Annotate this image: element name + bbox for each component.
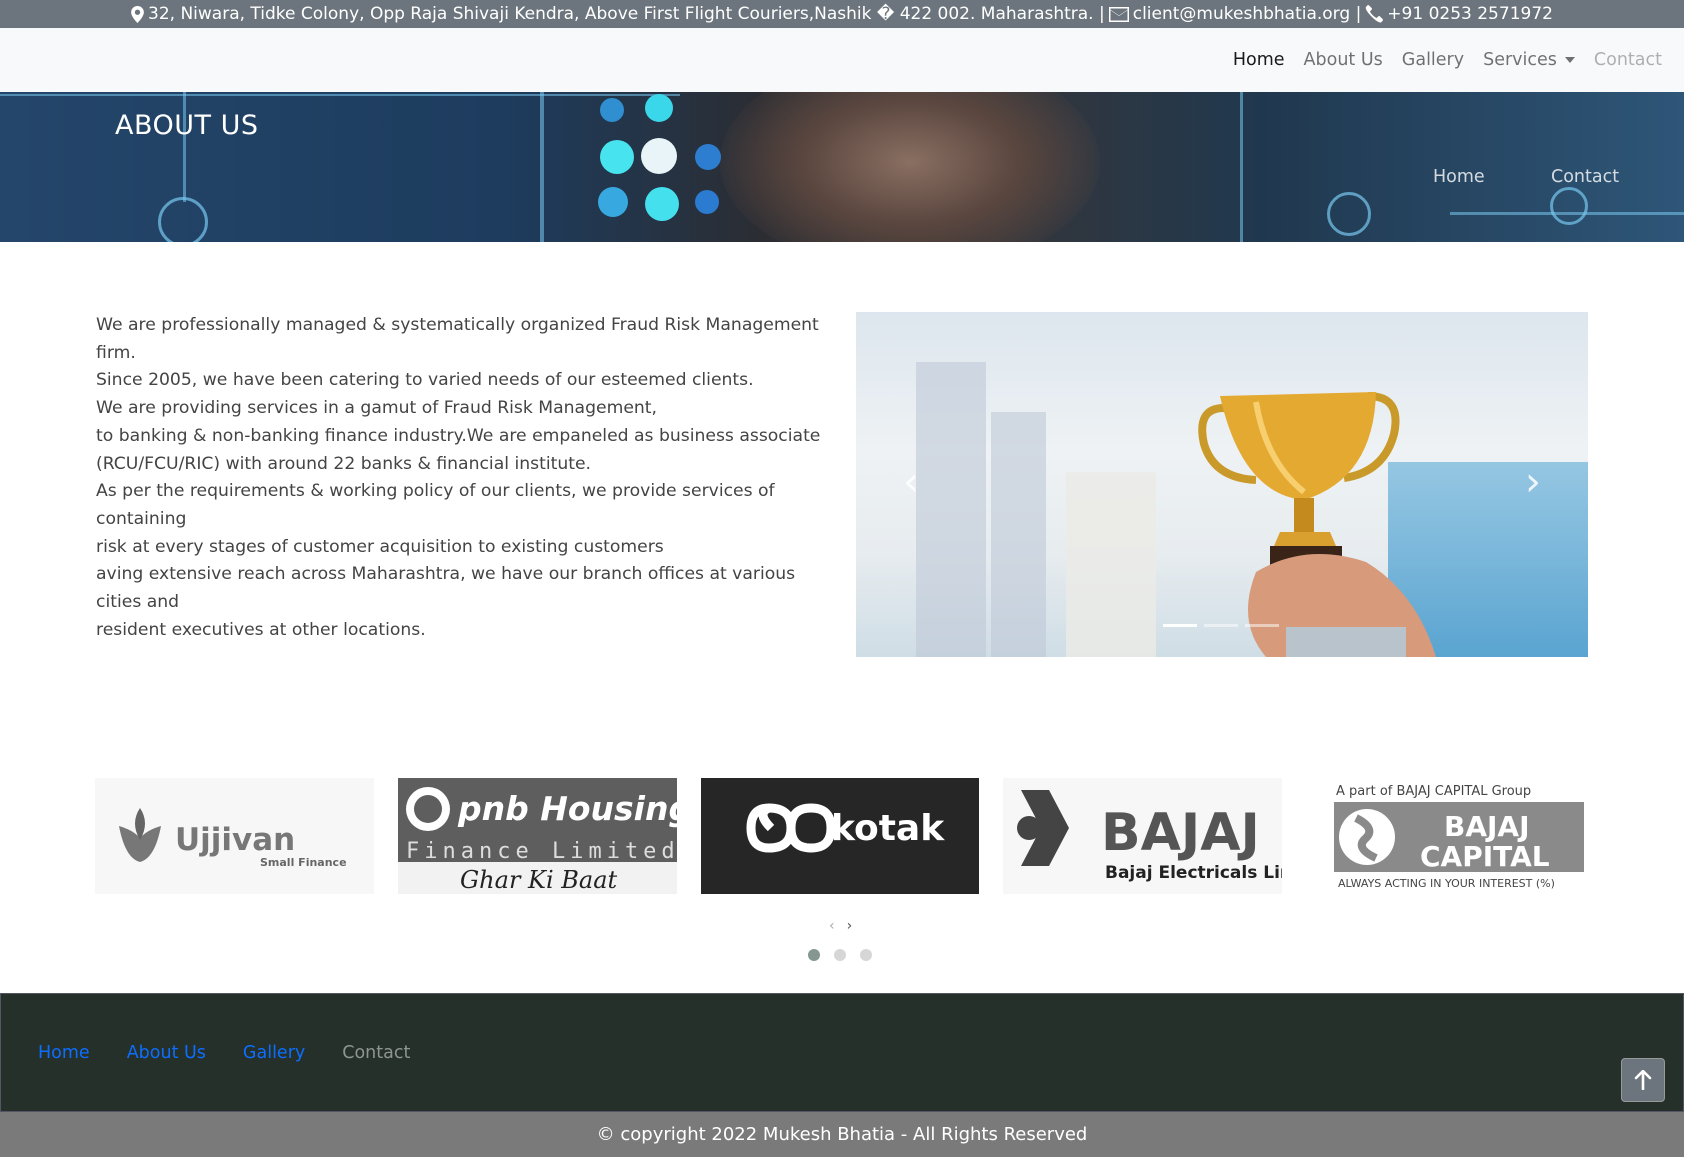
carousel-image-building [1066,472,1156,657]
breadcrumb-contact[interactable]: Contact [1551,167,1619,187]
banner-decor-ring [1327,192,1371,236]
page-title: ABOUT US [115,110,259,141]
phone-text: +91 0253 2571972 [1387,4,1553,24]
nav-home[interactable]: Home [1233,50,1285,70]
about-line: resident executives at other locations. [96,619,426,640]
map-marker-icon [131,5,144,23]
nav-gallery[interactable]: Gallery [1402,50,1464,70]
about-line: As per the requirements & working policy… [96,481,775,529]
main-navbar: Home About Us Gallery Services Contact [0,28,1684,92]
nav-services-dropdown[interactable]: Services [1483,50,1575,70]
email-link[interactable]: client@mukeshbhatia.org | [1133,4,1362,24]
pnb-housing-logo[interactable]: pnb Housing Finance Limited Ghar Ki Baat [397,778,677,894]
bajaj-electricals-logo[interactable]: BAJAJ Bajaj Electricals Limited [1003,778,1283,894]
banner-decor-dot [600,98,624,122]
envelope-icon [1108,6,1129,22]
bajajcap-top: A part of BAJAJ CAPITAL Group [1336,784,1531,799]
ujjivan-logo[interactable]: Ujjivan Small Finance [95,778,374,894]
banner-decor-line [1240,92,1243,242]
image-carousel: ‹ › [856,312,1588,657]
banner-decor-ring [158,197,208,242]
copyright-bar: © copyright 2022 Mukesh Bhatia - All Rig… [0,1112,1684,1157]
copyright-text: © copyright 2022 Mukesh Bhatia - All Rig… [596,1124,1088,1145]
about-line: aving extensive reach across Maharashtra… [96,564,796,613]
banner-decor-dot [645,94,673,122]
footer: Home About Us Gallery Contact [0,993,1684,1112]
breadcrumb-home[interactable]: Home [1433,167,1485,187]
banner-decor-dot [641,138,677,174]
logo-slider-dots [808,949,872,961]
ujjivan-name: Ujjivan [175,822,295,858]
about-text: We are professionally managed & systemat… [96,312,836,644]
footer-link-contact[interactable]: Contact [342,1043,410,1063]
footer-link-gallery[interactable]: Gallery [243,1043,305,1063]
banner-decor-line [540,92,544,242]
carousel-prev-button[interactable]: ‹ [896,459,926,505]
bajaj-sub: Bajaj Electricals Limited [1105,863,1282,883]
pnb-sub: Finance Limited [406,839,677,864]
about-line: to banking & non-banking finance industr… [96,425,821,446]
scroll-to-top-button[interactable] [1621,1058,1665,1102]
slider-dot[interactable] [860,949,872,961]
slider-dot[interactable] [808,949,820,961]
partner-logo-strip: Ujjivan Small Finance pnb Housing Financ… [95,778,1585,894]
footer-link-about-us[interactable]: About Us [127,1043,206,1063]
carousel-indicator[interactable] [1245,624,1279,627]
nav-services-label: Services [1483,50,1557,70]
kotak-name: kotak [831,808,945,849]
carousel-indicator[interactable] [1204,624,1238,627]
carousel-image-building [991,412,1046,657]
banner-background-image [720,92,1100,242]
address-text: 32, Niwara, Tidke Colony, Opp Raja Shiva… [148,4,1105,24]
slider-dot[interactable] [834,949,846,961]
pnb-name: pnb Housing [457,789,677,828]
logo-next-button[interactable]: › [847,918,853,934]
carousel-indicator[interactable] [1163,624,1197,627]
logo-prev-button[interactable]: ‹ [829,918,835,934]
banner-decor-dot [600,140,634,174]
ujjivan-sub: Small Finance [260,856,347,869]
bajajcap-name1: BAJAJ [1444,810,1530,843]
carousel-next-button[interactable]: › [1518,459,1548,505]
about-line: risk at every stages of customer acquisi… [96,536,664,557]
bajajcap-name2: CAPITAL [1420,840,1550,873]
about-line: We are professionally managed & systemat… [96,315,819,363]
trophy-hand-image [1198,392,1436,657]
top-info-bar: 32, Niwara, Tidke Colony, Opp Raja Shiva… [0,0,1684,28]
phone-icon [1365,5,1384,23]
about-line: (RCU/FCU/RIC) with around 22 banks & fin… [96,453,592,474]
banner-decor-dot [695,190,719,214]
banner-decor-dot [695,144,721,170]
banner-decor-line [183,92,186,202]
pnb-tag: Ghar Ki Baat [460,866,618,894]
banner-decor-dot [645,187,679,221]
logo-slider-nav: ‹ › [829,918,852,934]
carousel-image-building [916,362,986,657]
banner-decor-dot [598,187,628,217]
banner-decor-line [0,94,680,96]
bajaj-name: BAJAJ [1101,803,1260,863]
banner-decor-ring [1550,187,1588,225]
bajajcap-tag: ALWAYS ACTING IN YOUR INTEREST (%) [1338,877,1555,890]
kotak-logo[interactable]: kotak [700,778,980,894]
caret-down-icon [1564,57,1575,63]
about-line: We are providing services in a gamut of … [96,398,657,419]
page-banner: ABOUT US Home Contact [0,92,1684,242]
arrow-up-icon [1634,1070,1652,1090]
footer-link-home[interactable]: Home [38,1043,90,1063]
about-line: Since 2005, we have been catering to var… [96,370,754,391]
bajaj-capital-logo[interactable]: A part of BAJAJ CAPITAL Group BAJAJ CAPI… [1306,778,1585,894]
nav-about-us[interactable]: About Us [1304,50,1383,70]
nav-contact[interactable]: Contact [1594,50,1662,70]
